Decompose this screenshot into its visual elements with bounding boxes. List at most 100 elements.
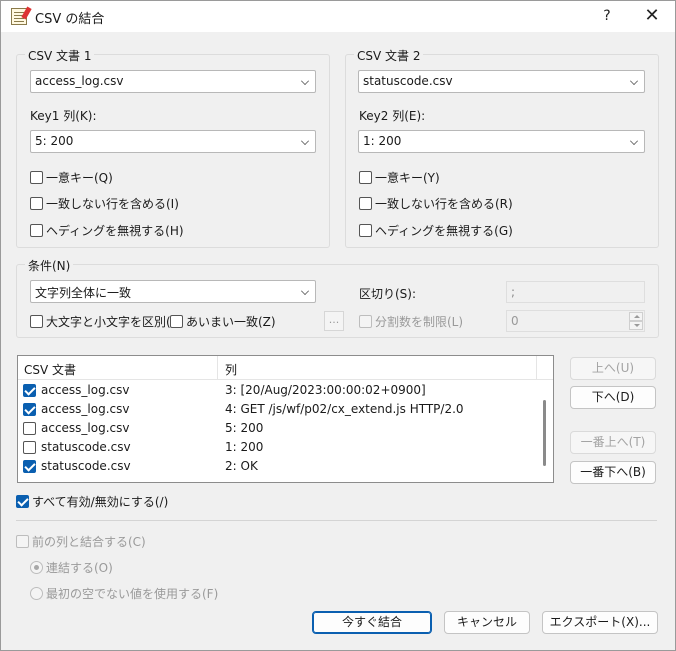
table-row[interactable]: access_log.csv 4: GET /js/wf/p02/cx_exte… [18, 400, 538, 419]
first-nonempty-label: 最初の空でない値を使用する(F) [46, 587, 219, 601]
join-previous-label: 前の列と結合する(C) [32, 535, 146, 549]
checkbox-box[interactable] [359, 224, 372, 237]
table-row[interactable]: statuscode.csv 1: 200 [18, 438, 538, 457]
col-separator[interactable] [217, 356, 218, 380]
help-button[interactable]: ? [592, 5, 622, 27]
checkbox-box[interactable] [30, 224, 43, 237]
radio-circle[interactable] [30, 561, 43, 574]
key1-column-select[interactable]: 5: 200 [30, 130, 316, 153]
spin-up-icon[interactable] [629, 312, 643, 321]
doc2-file-select[interactable]: statuscode.csv [358, 70, 645, 93]
export-button[interactable]: エクスポート(X)... [542, 611, 658, 634]
radio-circle[interactable] [30, 587, 43, 600]
doc1-unique-key-checkbox[interactable]: 一意キー(Q) [30, 169, 113, 186]
chevron-down-icon [301, 77, 309, 85]
checkbox-box[interactable] [30, 197, 43, 210]
spin-down-icon[interactable] [629, 321, 643, 330]
table-row[interactable]: statuscode.csv 2: OK [18, 457, 538, 476]
app-notepad-icon [11, 8, 27, 25]
doc2-include-unmatched-label: 一致しない行を含める(R) [375, 197, 513, 211]
move-top-button[interactable]: 一番上へ(T) [570, 431, 656, 454]
doc2-ignore-heading-checkbox[interactable]: ヘディングを無視する(G) [359, 222, 513, 239]
condition-legend: 条件(N) [25, 257, 74, 274]
table-row[interactable]: access_log.csv 3: [20/Aug/2023:00:00:02+… [18, 381, 538, 400]
column-list[interactable]: CSV 文書 列 access_log.csv 3: [20/Aug/2023:… [17, 355, 554, 483]
row-checkbox[interactable] [23, 460, 36, 473]
row-column: 4: GET /js/wf/p02/cx_extend.js HTTP/2.0 [225, 402, 464, 416]
doc2-unique-key-checkbox[interactable]: 一意キー(Y) [359, 169, 440, 186]
row-column: 2: OK [225, 459, 258, 473]
row-checkbox[interactable] [23, 403, 36, 416]
limit-split-checkbox[interactable]: 分割数を制限(L) [359, 313, 463, 330]
close-button[interactable]: ✕ [637, 5, 667, 27]
checkbox-box[interactable] [359, 315, 372, 328]
checkbox-box[interactable] [170, 315, 183, 328]
match-mode-select[interactable]: 文字列全体に一致 [30, 280, 316, 303]
move-bottom-button[interactable]: 一番下へ(B) [570, 461, 656, 484]
checkbox-box[interactable] [16, 495, 29, 508]
row-checkbox[interactable] [23, 441, 36, 454]
move-up-button[interactable]: 上へ(U) [570, 357, 656, 380]
row-doc: access_log.csv [41, 421, 130, 435]
chevron-down-icon [630, 77, 638, 85]
concat-label: 連結する(O) [46, 561, 113, 575]
doc2-unique-key-label: 一意キー(Y) [375, 171, 440, 185]
doc1-include-unmatched-checkbox[interactable]: 一致しない行を含める(I) [30, 195, 179, 212]
col-header-doc[interactable]: CSV 文書 [24, 361, 76, 378]
delimiter-input[interactable]: ; [506, 281, 645, 303]
row-doc: access_log.csv [41, 383, 130, 397]
fuzzy-match-label: あいまい一致(Z) [186, 315, 276, 329]
list-scrollbar[interactable] [543, 400, 546, 466]
key1-label: Key1 列(K): [30, 109, 97, 123]
case-sensitive-label: 大文字と小文字を区別( [46, 315, 171, 329]
title-bar: CSV の結合 ? ✕ [1, 1, 675, 32]
doc1-ignore-heading-checkbox[interactable]: ヘディングを無視する(H) [30, 222, 184, 239]
case-sensitive-checkbox[interactable]: 大文字と小文字を区別( [30, 313, 171, 330]
doc2-include-unmatched-checkbox[interactable]: 一致しない行を含める(R) [359, 195, 513, 212]
row-column: 5: 200 [225, 421, 264, 435]
fuzzy-match-checkbox[interactable]: あいまい一致(Z) [170, 313, 276, 330]
checkbox-box[interactable] [16, 535, 29, 548]
key2-column-select[interactable]: 1: 200 [358, 130, 645, 153]
checkbox-box[interactable] [30, 171, 43, 184]
cancel-button[interactable]: キャンセル [444, 611, 530, 634]
row-column: 1: 200 [225, 440, 264, 454]
delimiter-label: 区切り(S): [359, 287, 417, 301]
concat-radio[interactable]: 連結する(O) [30, 559, 113, 576]
limit-split-value: 0 [511, 314, 519, 328]
join-previous-checkbox[interactable]: 前の列と結合する(C) [16, 533, 146, 550]
toggle-all-label: すべて有効/無効にする(/) [32, 495, 169, 509]
doc1-ignore-heading-label: ヘディングを無視する(H) [46, 224, 184, 238]
row-doc: access_log.csv [41, 402, 130, 416]
doc1-file-value: access_log.csv [35, 74, 124, 88]
key1-column-value: 5: 200 [35, 134, 74, 148]
chevron-down-icon [301, 137, 309, 145]
limit-split-label: 分割数を制限(L) [375, 315, 464, 329]
csv-join-dialog: CSV の結合 ? ✕ CSV 文書 1 access_log.csv Key1… [0, 0, 676, 651]
col-header-column[interactable]: 列 [225, 361, 237, 378]
first-nonempty-radio[interactable]: 最初の空でない値を使用する(F) [30, 585, 218, 602]
csv-doc2-legend: CSV 文書 2 [354, 47, 424, 64]
csv-doc1-legend: CSV 文書 1 [25, 47, 95, 64]
key2-label: Key2 列(E): [359, 109, 426, 123]
join-now-button[interactable]: 今すぐ結合 [312, 611, 432, 634]
doc2-ignore-heading-label: ヘディングを無視する(G) [375, 224, 513, 238]
key2-column-value: 1: 200 [363, 134, 402, 148]
limit-split-spinner[interactable]: 0 [506, 310, 645, 332]
list-header: CSV 文書 列 [18, 356, 553, 380]
move-down-button[interactable]: 下へ(D) [570, 386, 656, 409]
window-title: CSV の結合 [35, 12, 105, 27]
table-row[interactable]: access_log.csv 5: 200 [18, 419, 538, 438]
row-checkbox[interactable] [23, 422, 36, 435]
checkbox-box[interactable] [30, 315, 43, 328]
row-column: 3: [20/Aug/2023:00:00:02+0900] [225, 383, 426, 397]
col-separator[interactable] [536, 356, 537, 380]
toggle-all-checkbox[interactable]: すべて有効/無効にする(/) [16, 493, 168, 510]
doc1-include-unmatched-label: 一致しない行を含める(I) [46, 197, 179, 211]
doc1-file-select[interactable]: access_log.csv [30, 70, 316, 93]
row-checkbox[interactable] [23, 384, 36, 397]
doc2-file-value: statuscode.csv [363, 74, 453, 88]
fuzzy-options-button[interactable]: ... [324, 311, 344, 331]
checkbox-box[interactable] [359, 197, 372, 210]
checkbox-box[interactable] [359, 171, 372, 184]
